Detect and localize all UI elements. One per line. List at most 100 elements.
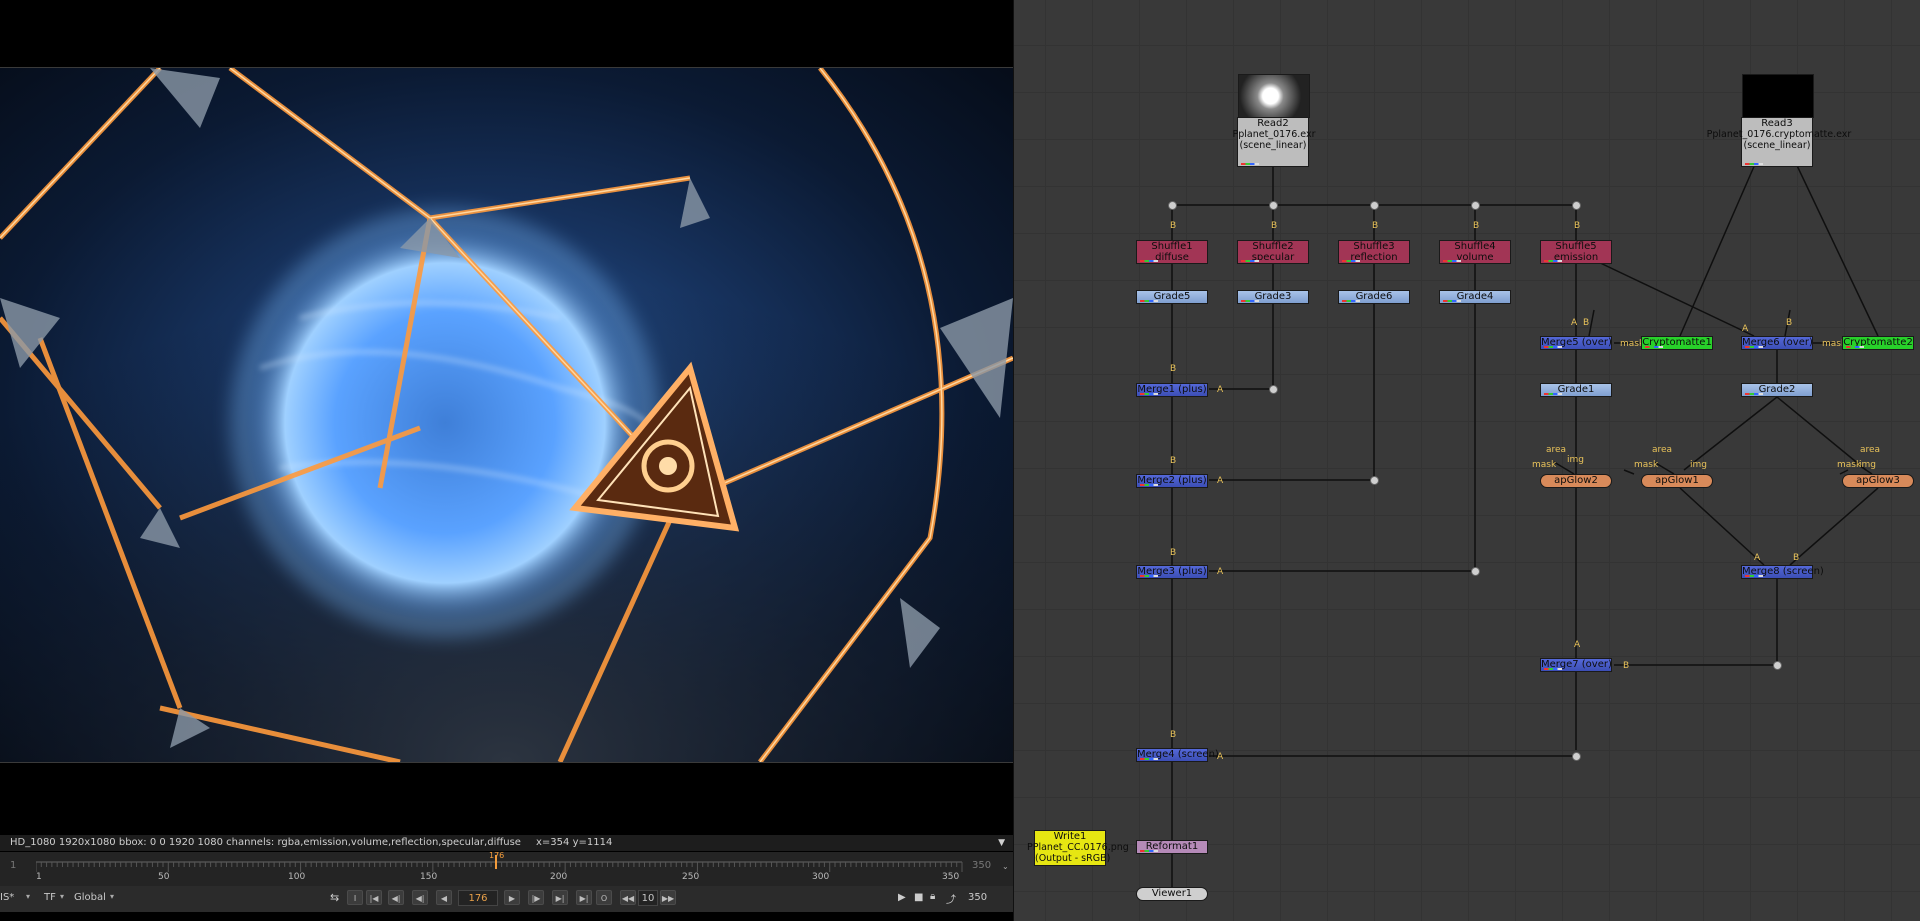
playback-mode-icon[interactable]: ⇆ xyxy=(330,891,339,904)
read3-node[interactable]: Read3 Pplanet_0176.cryptomatte.exr (scen… xyxy=(1707,74,1851,167)
timecode-dropdown-arrow[interactable]: ▾ xyxy=(60,892,64,901)
grade3-node[interactable]: Grade3 xyxy=(1237,290,1309,304)
node-channels xyxy=(1140,393,1158,395)
merge5-node[interactable]: Merge5 (over) xyxy=(1540,336,1612,350)
merge3-node[interactable]: Merge3 (plus) xyxy=(1136,565,1208,579)
tick-50: 50 xyxy=(158,872,170,882)
read2-colorspace: (scene_linear) xyxy=(1239,140,1307,151)
merge2-node[interactable]: Merge2 (plus) xyxy=(1136,474,1208,488)
dot-node[interactable] xyxy=(1471,567,1480,576)
grade5-node[interactable]: Grade5 xyxy=(1136,290,1208,304)
shuffle4-node[interactable]: Shuffle4 volume xyxy=(1439,240,1511,264)
pipe-label-a: A xyxy=(1742,324,1749,334)
pipe-label-img: img xyxy=(1690,460,1707,470)
pipe-label-b: B xyxy=(1574,221,1581,231)
step-forward-button[interactable]: |▶ xyxy=(528,890,544,905)
shuffle1-node[interactable]: Shuffle1 diffuse xyxy=(1136,240,1208,264)
in-point-button[interactable]: I xyxy=(347,890,363,905)
out-point-button[interactable]: O xyxy=(596,890,612,905)
merge6-node[interactable]: Merge6 (over) xyxy=(1741,336,1813,350)
goto-end-button[interactable]: ▶| xyxy=(576,890,592,905)
node-channels xyxy=(1140,484,1158,486)
dot-node[interactable] xyxy=(1572,752,1581,761)
grade4-node[interactable]: Grade4 xyxy=(1439,290,1511,304)
frame-increment-field[interactable]: 10 xyxy=(638,890,658,906)
fps-dropdown-arrow[interactable]: ▾ xyxy=(26,892,30,901)
export-icon[interactable]: ⤴ xyxy=(946,891,956,906)
shuffle5-node[interactable]: Shuffle5 emission xyxy=(1540,240,1612,264)
node-channels xyxy=(1140,850,1158,852)
apglow2-node[interactable]: apGlow2 xyxy=(1540,474,1612,488)
dot-node[interactable] xyxy=(1572,201,1581,210)
lock-icon[interactable]: 🔒︎ xyxy=(930,891,935,902)
cryptomatte1-node[interactable]: Cryptomatte1 xyxy=(1641,336,1713,350)
skip-back-button[interactable]: ◀◀ xyxy=(620,890,636,905)
viewer-info-bar: HD_1080 1920x1080 bbox: 0 0 1920 1080 ch… xyxy=(0,835,1013,851)
info-menu-icon[interactable]: ▼ xyxy=(998,835,1005,851)
end-frame-field[interactable]: 350 xyxy=(968,892,987,903)
node-channels xyxy=(1342,300,1360,302)
apglow3-node[interactable]: apGlow3 xyxy=(1842,474,1914,488)
timeline-menu-icon[interactable]: ⌄ xyxy=(1002,862,1009,871)
node-channels xyxy=(1846,346,1864,348)
current-frame-field[interactable]: 176 xyxy=(458,890,498,906)
node-channels xyxy=(1140,575,1158,577)
viewer-image[interactable] xyxy=(0,68,1013,762)
reformat1-node[interactable]: Reformat1 xyxy=(1136,840,1208,854)
shuffle3-node[interactable]: Shuffle3 reflection xyxy=(1338,240,1410,264)
dot-node[interactable] xyxy=(1773,661,1782,670)
range-dropdown-arrow[interactable]: ▾ xyxy=(110,892,114,901)
viewer-panel[interactable]: HD_1080 1920x1080 bbox: 0 0 1920 1080 ch… xyxy=(0,0,1013,921)
range-dropdown[interactable]: Global xyxy=(74,891,106,905)
goto-start-button[interactable]: |◀ xyxy=(366,890,382,905)
node-channels xyxy=(1544,346,1562,348)
read2-node[interactable]: Read2 Pplanet_0176.exr (scene_linear) xyxy=(1233,74,1315,167)
apglow1-label: apGlow1 xyxy=(1655,475,1699,486)
read3-name: Read3 xyxy=(1761,118,1793,129)
dot-node[interactable] xyxy=(1269,385,1278,394)
timeline[interactable]: 1 1 50 100 150 200 250 300 350 176 350 ⌄ xyxy=(0,851,1013,886)
merge8-node[interactable]: Merge8 (screen) xyxy=(1741,565,1824,579)
pipe-label-b: B xyxy=(1623,661,1630,671)
pipe-label-a: A xyxy=(1217,567,1224,577)
viewer1-node[interactable]: Viewer1 xyxy=(1136,887,1208,901)
viewer1-label: Viewer1 xyxy=(1151,888,1193,899)
grade1-node[interactable]: Grade1 xyxy=(1540,383,1612,397)
merge1-node[interactable]: Merge1 (plus) xyxy=(1136,383,1208,397)
tick-250: 250 xyxy=(682,872,700,882)
dot-node[interactable] xyxy=(1471,201,1480,210)
format-info: HD_1080 1920x1080 bbox: 0 0 1920 1080 ch… xyxy=(10,837,521,848)
merge4-node[interactable]: Merge4 (screen) xyxy=(1136,748,1219,762)
node-channels xyxy=(1140,300,1158,302)
shuffle2-node[interactable]: Shuffle2 specular xyxy=(1237,240,1309,264)
node-graph[interactable]: B B B B B B B B B A A A A A B A B mask m… xyxy=(1014,0,1920,921)
dot-node[interactable] xyxy=(1168,201,1177,210)
dot-node[interactable] xyxy=(1269,201,1278,210)
node-channels xyxy=(1544,260,1562,262)
cryptomatte2-node[interactable]: Cryptomatte2 xyxy=(1842,336,1914,350)
merge7-node[interactable]: Merge7 (over) xyxy=(1540,658,1612,672)
pipe-label-mask: mask xyxy=(1634,460,1659,470)
play-backward-button[interactable]: ◀ xyxy=(436,890,452,905)
shuffle5-name: Shuffle5 xyxy=(1555,241,1597,252)
apglow1-node[interactable]: apGlow1 xyxy=(1641,474,1713,488)
pipe-label-b: B xyxy=(1786,318,1793,328)
play-forward-button[interactable]: ▶ xyxy=(504,890,520,905)
node-channels xyxy=(1544,668,1562,670)
render-preview xyxy=(0,68,1013,762)
dot-node[interactable] xyxy=(1370,201,1379,210)
pipe-label-img: img xyxy=(1859,460,1876,470)
step-back-button[interactable]: ◀| xyxy=(412,890,428,905)
skip-forward-button[interactable]: ▶▶ xyxy=(660,890,676,905)
next-keyframe-button[interactable]: ▶| xyxy=(552,890,568,905)
grade2-node[interactable]: Grade2 xyxy=(1741,383,1813,397)
grade6-node[interactable]: Grade6 xyxy=(1338,290,1410,304)
previous-keyframe-button[interactable]: ◀| xyxy=(388,890,404,905)
read2-file: Pplanet_0176.exr xyxy=(1232,129,1316,140)
read3-channels xyxy=(1745,163,1763,165)
stop-icon[interactable]: ■ xyxy=(914,892,923,903)
dot-node[interactable] xyxy=(1370,476,1379,485)
write1-node[interactable]: Write1 PPlanet_CC.0176.png (Output - sRG… xyxy=(1027,830,1129,866)
timecode-dropdown[interactable]: TF xyxy=(44,891,56,905)
flipbook-icon[interactable]: ▶ xyxy=(898,892,906,903)
